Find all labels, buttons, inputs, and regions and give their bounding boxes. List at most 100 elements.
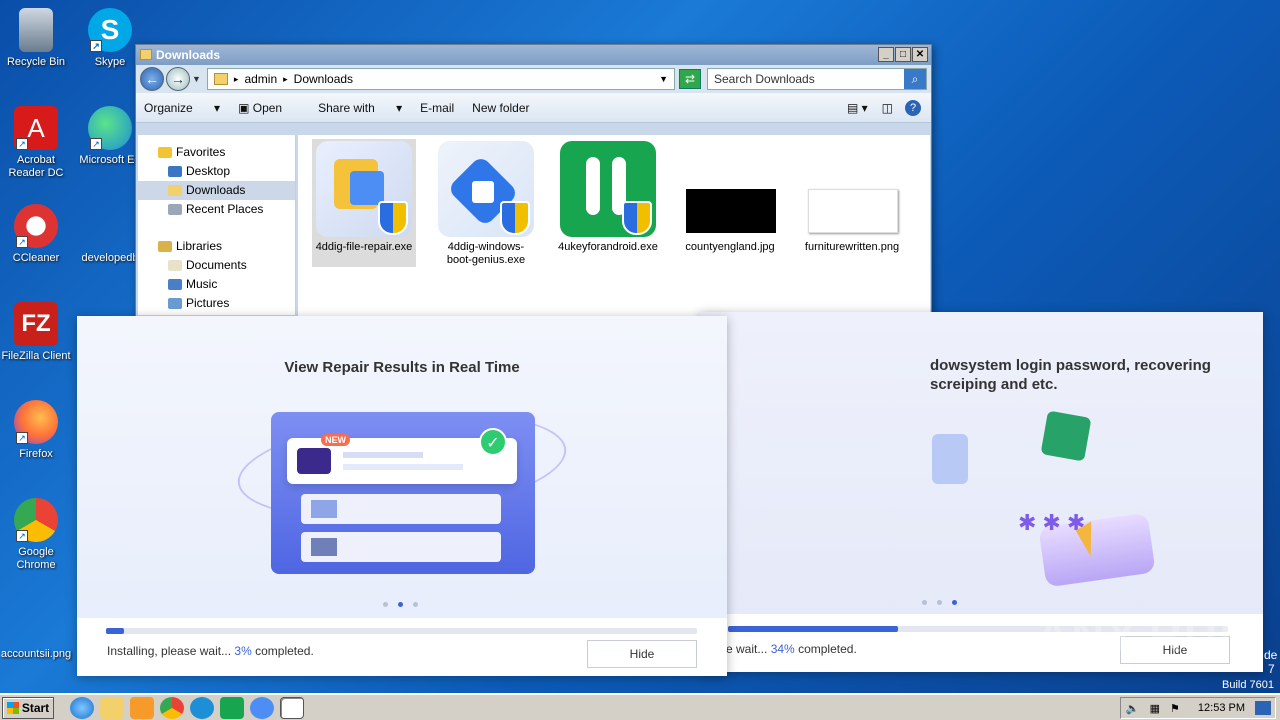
desktop-icon-acrobat[interactable]: A ↗ Acrobat Reader DC: [0, 106, 72, 180]
search-input[interactable]: Search Downloads ⌕: [707, 68, 927, 90]
open-button[interactable]: ▣ Open: [238, 101, 300, 115]
nav-documents[interactable]: Documents: [138, 256, 295, 275]
address-field[interactable]: ▸ admin ▸ Downloads ▼: [206, 68, 675, 90]
4ddig-boot-genius-icon: [438, 141, 534, 237]
window-title: Downloads: [156, 48, 221, 62]
desktop-icon-recycle-bin[interactable]: Recycle Bin: [0, 8, 72, 69]
search-placeholder: Search Downloads: [714, 72, 815, 86]
hide-button[interactable]: Hide: [587, 640, 697, 668]
acrobat-icon: A ↗: [14, 106, 58, 150]
address-bar-row: ← → ▼ ▸ admin ▸ Downloads ▼ ⇄ Search Dow…: [136, 65, 931, 93]
organize-button[interactable]: Organize ▾: [144, 101, 220, 115]
new-folder-button[interactable]: New folder: [472, 101, 529, 115]
4ukey-taskbar-icon[interactable]: [220, 696, 244, 719]
search-icon[interactable]: ⌕: [904, 69, 926, 89]
music-icon: [168, 279, 182, 290]
refresh-button[interactable]: ⇄: [679, 69, 701, 89]
breadcrumb-separator: ▸: [283, 73, 288, 84]
window-titlebar[interactable]: Downloads _ □ ✕: [136, 45, 931, 65]
nav-favorites[interactable]: Favorites: [138, 143, 295, 162]
chevron-down-icon[interactable]: ▼: [192, 74, 201, 84]
desktop-icon-firefox[interactable]: ↗ Firefox: [0, 400, 72, 461]
library-icon: [158, 241, 172, 252]
recycle-bin-icon: [19, 8, 53, 52]
desktop-icon-label: Microsoft Ed: [79, 154, 141, 166]
file-name: 4ukeyforandroid.exe: [558, 241, 658, 253]
nav-libraries[interactable]: Libraries: [138, 237, 295, 256]
installer-footer: Installing, please wait... 3% completed.…: [77, 618, 727, 676]
ccleaner-icon: ↗: [14, 204, 58, 248]
file-item[interactable]: 4ukeyforandroid.exe: [556, 139, 660, 256]
maximize-button[interactable]: □: [895, 47, 911, 62]
desktop-icon-label: Skype: [94, 56, 126, 68]
desktop-icon-accountsii[interactable]: accountsii.png: [0, 618, 72, 661]
breadcrumb-admin[interactable]: admin: [244, 72, 277, 86]
4ukey-icon: [560, 141, 656, 237]
help-icon[interactable]: ?: [905, 99, 921, 116]
file-item[interactable]: furniturewritten.png: [800, 139, 904, 256]
nav-recent-places[interactable]: Recent Places: [138, 200, 295, 219]
desktop-icon-chrome[interactable]: ↗ Google Chrome: [0, 498, 72, 572]
file-item[interactable]: countyengland.jpg: [678, 139, 782, 256]
desktop-icon-filezilla[interactable]: FZ FileZilla Client: [0, 302, 72, 363]
share-with-button[interactable]: Share with ▾: [318, 101, 402, 115]
windows-build-text: Build 7601: [1222, 679, 1274, 691]
back-button[interactable]: ←: [140, 67, 164, 91]
carousel-dot[interactable]: [922, 600, 927, 605]
file-name: 4ddig-windows-boot-genius.exe: [446, 241, 526, 266]
file-item[interactable]: 4ddig-windows-boot-genius.exe: [434, 139, 538, 269]
desktop-icon-label: CCleaner: [12, 252, 60, 264]
anyrun-watermark: ANY.RUN: [1036, 609, 1255, 661]
start-button[interactable]: Start: [2, 696, 54, 719]
nav-pictures[interactable]: Pictures: [138, 294, 295, 313]
file-item[interactable]: 4ddig-file-repair.exe: [312, 139, 416, 267]
carousel-dot[interactable]: [937, 600, 942, 605]
media-player-icon[interactable]: [130, 696, 154, 719]
flag-icon[interactable]: ⚑: [1170, 702, 1180, 715]
nav-music[interactable]: Music: [138, 275, 295, 294]
nav-desktop[interactable]: Desktop: [138, 162, 295, 181]
edge-icon: ↗: [88, 106, 132, 150]
nav-downloads[interactable]: Downloads: [138, 181, 295, 200]
network-icon[interactable]: ▦: [1150, 702, 1160, 715]
ie-icon[interactable]: [70, 696, 94, 719]
carousel-dot[interactable]: [413, 602, 418, 607]
install-status: se wait... 34% completed.: [720, 642, 857, 656]
system-tray: 🔈 ▦ ⚑ 12:53 PM: [1120, 697, 1276, 719]
show-desktop-icon[interactable]: [1255, 701, 1271, 715]
email-button[interactable]: E-mail: [420, 101, 454, 115]
4ddig-taskbar-icon[interactable]: [250, 696, 274, 719]
navigation-pane: Favorites Desktop Downloads Recent Place…: [138, 135, 296, 315]
view-options-icon[interactable]: ▤ ▾: [847, 101, 868, 115]
command-bar: Organize ▾ ▣ Open Share with ▾ E-mail Ne…: [136, 93, 931, 123]
star-icon: [158, 147, 172, 158]
carousel-dot[interactable]: [383, 602, 388, 607]
preview-pane-icon[interactable]: ◫: [882, 101, 893, 115]
image-file-icon: [14, 618, 58, 644]
chrome-taskbar-icon[interactable]: [160, 696, 184, 719]
desktop-icon-ccleaner[interactable]: ↗ CCleaner: [0, 204, 72, 265]
carousel-dots: [383, 602, 418, 607]
windows-logo-icon: [6, 701, 19, 714]
edge-taskbar-icon[interactable]: [190, 696, 214, 719]
installer-dialog-foreground[interactable]: View Repair Results in Real Time NEW ✓ I…: [77, 316, 727, 676]
address-dropdown-icon[interactable]: ▼: [659, 74, 668, 84]
file-icon: [88, 204, 132, 248]
file-name: furniturewritten.png: [804, 241, 900, 253]
speaker-icon[interactable]: 🔈: [1126, 702, 1140, 715]
image-thumbnail: [682, 141, 778, 237]
new-badge: NEW: [321, 434, 350, 446]
installer-taskbar-icon[interactable]: [280, 696, 304, 719]
minimize-button[interactable]: _: [878, 47, 894, 62]
breadcrumb-downloads[interactable]: Downloads: [294, 72, 353, 86]
firefox-icon: ↗: [14, 400, 58, 444]
carousel-dot-active[interactable]: [952, 600, 957, 605]
filezilla-icon: FZ: [14, 302, 58, 346]
folder-icon: [168, 185, 182, 196]
carousel-dot-active[interactable]: [398, 602, 403, 607]
forward-button[interactable]: →: [166, 67, 190, 91]
clock[interactable]: 12:53 PM: [1198, 702, 1245, 714]
explorer-taskbar-icon[interactable]: [100, 696, 124, 719]
image-thumbnail: [804, 141, 900, 237]
close-button[interactable]: ✕: [912, 47, 928, 62]
